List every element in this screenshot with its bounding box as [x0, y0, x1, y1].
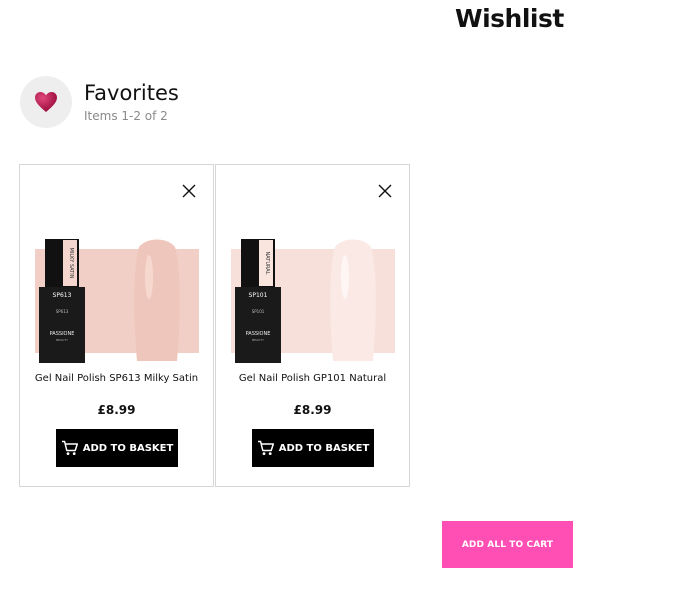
- svg-text:SP613: SP613: [53, 292, 72, 299]
- product-price: £8.99: [293, 403, 332, 417]
- svg-text:NATURAL: NATURAL: [264, 252, 270, 275]
- svg-text:BEAUTY: BEAUTY: [252, 338, 264, 342]
- product-price: £8.99: [97, 403, 136, 417]
- wishlist-name: Favorites: [84, 81, 179, 105]
- item-count: Items 1-2 of 2: [84, 109, 168, 123]
- product-image[interactable]: MILKY SATIN SP613 SP613 PASSIONE BEAUTY: [35, 237, 199, 367]
- add-to-basket-button[interactable]: ADD TO BASKET: [252, 429, 374, 467]
- wishlist-header: Favorites Items 1-2 of 2: [20, 76, 420, 128]
- add-to-basket-button[interactable]: ADD TO BASKET: [56, 429, 178, 467]
- product-name[interactable]: Gel Nail Polish GP101 Natural: [216, 373, 409, 384]
- svg-text:BEAUTY: BEAUTY: [56, 338, 68, 342]
- close-icon[interactable]: [181, 183, 197, 199]
- svg-text:SP101: SP101: [249, 292, 268, 299]
- page-title: Wishlist: [455, 4, 564, 33]
- svg-text:MILKY SATIN: MILKY SATIN: [68, 248, 74, 279]
- close-icon[interactable]: [377, 183, 393, 199]
- heart-badge: [20, 76, 72, 128]
- add-to-basket-label: ADD TO BASKET: [82, 442, 174, 454]
- product-grid: MILKY SATIN SP613 SP613 PASSIONE BEAUTY …: [19, 164, 411, 489]
- product-image[interactable]: NATURAL SP101 SP101 PASSIONE BEAUTY: [231, 237, 395, 367]
- product-card: NATURAL SP101 SP101 PASSIONE BEAUTY Gel …: [215, 164, 410, 487]
- svg-text:PASSIONE: PASSIONE: [50, 331, 75, 337]
- add-all-to-cart-button[interactable]: ADD ALL TO CART: [442, 521, 573, 568]
- svg-text:SP101: SP101: [252, 309, 265, 314]
- heart-icon: [35, 92, 57, 112]
- product-card: MILKY SATIN SP613 SP613 PASSIONE BEAUTY …: [19, 164, 214, 487]
- cart-icon: [257, 440, 274, 455]
- add-to-basket-label: ADD TO BASKET: [278, 442, 370, 454]
- cart-icon: [61, 440, 78, 455]
- product-name[interactable]: Gel Nail Polish SP613 Milky Satin: [20, 373, 213, 384]
- svg-text:SP613: SP613: [56, 309, 69, 314]
- svg-text:PASSIONE: PASSIONE: [246, 331, 271, 337]
